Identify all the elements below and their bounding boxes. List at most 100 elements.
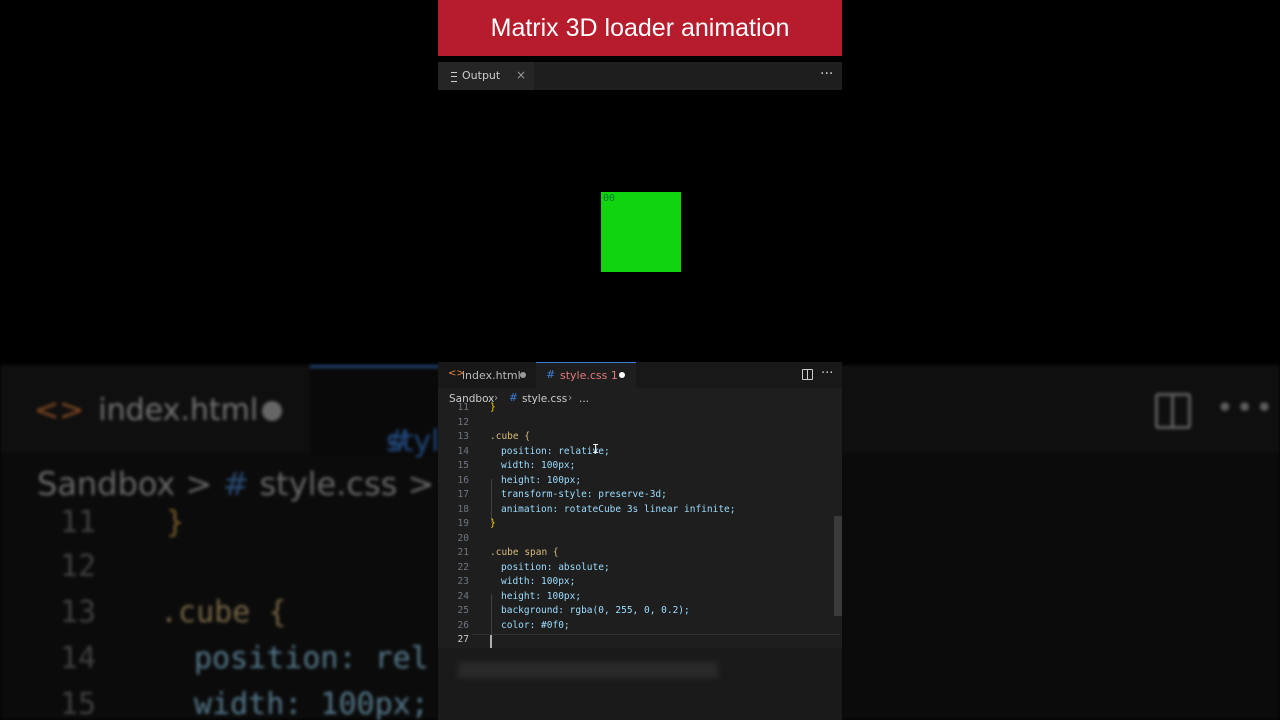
background-breadcrumb: Sandbox > # style.css > (37, 465, 434, 503)
code-line: 11} (438, 402, 834, 416)
tab-label: index.html (462, 369, 521, 382)
background-crumb-root: Sandbox (37, 465, 176, 503)
code-line: 21 .cube span { (438, 547, 834, 561)
code-line: 13 .cube { (438, 431, 834, 445)
output-tab-label: Output (462, 69, 501, 82)
code-line: 23 width: 100px; (438, 576, 834, 590)
editor-lower-area (438, 648, 842, 720)
line-number: 22 (457, 562, 469, 573)
line-number: 15 (457, 460, 469, 471)
tab-label: style.css 1 (560, 369, 618, 382)
modified-dot-icon (262, 401, 282, 421)
code-text: width: 100px; (194, 687, 429, 720)
code-text: color: #0f0; (501, 620, 570, 631)
more-icon[interactable]: ··· (821, 366, 833, 381)
code-text: animation: rotateCube 3s linear infinite… (501, 504, 736, 515)
vertical-scrollbar[interactable] (834, 516, 842, 616)
line-number: 18 (457, 504, 469, 515)
blurred-content (458, 662, 718, 678)
ibeam-cursor-icon: I (592, 442, 600, 456)
code-text: position: absolute; (501, 562, 610, 573)
line-number: 17 (457, 489, 469, 500)
code-text: width: 100px; (501, 460, 576, 471)
background-code-line: 11} (60, 505, 184, 540)
css-hash-icon: # (546, 368, 556, 381)
line-number: 13 (457, 431, 469, 442)
code-line: 16 height: 100px; (438, 475, 834, 489)
text-caret (490, 635, 492, 648)
background-tab-html-label: index.html (98, 393, 259, 428)
tab-style-css[interactable]: # style.css 1 (536, 362, 636, 388)
split-editor-icon (1155, 393, 1191, 429)
background-code-line: 14 position: rel (60, 641, 429, 676)
code-line: 22 position: absolute; (438, 562, 834, 576)
line-number: 15 (60, 687, 97, 720)
video-panel: Matrix 3D loader animation Output × ··· … (438, 0, 842, 720)
background-crumb-file: style.css (259, 465, 398, 503)
code-line: 18 animation: rotateCube 3s linear infini… (438, 504, 834, 518)
chevron-right-icon: > (185, 465, 213, 503)
line-number: 11 (457, 402, 469, 413)
code-line: 20 (438, 533, 834, 547)
cube-preview: 00 (601, 192, 681, 272)
html-file-icon: <> (34, 393, 85, 428)
close-icon[interactable]: × (516, 68, 526, 82)
code-text: height: 100px; (501, 591, 582, 602)
chevron-right-icon: > (407, 465, 435, 503)
cube-text: 00 (603, 193, 616, 204)
code-line: 17 transform-style: preserve-3d; (438, 489, 834, 503)
code-line: 26 color: #0f0; (438, 620, 834, 634)
line-number: 19 (457, 518, 469, 529)
title-banner: Matrix 3D loader animation (438, 0, 842, 56)
modified-dot-icon (619, 372, 625, 378)
line-number: 16 (457, 475, 469, 486)
code-area[interactable]: 11} 12 13 .cube { 14 position: relative; 1… (438, 402, 842, 666)
more-icon: ••• (1216, 391, 1276, 426)
code-line: 14 position: relative; (438, 446, 834, 460)
split-editor-icon[interactable] (802, 369, 813, 380)
line-number: 26 (457, 620, 469, 631)
code-text: } (490, 518, 496, 529)
line-number: 14 (457, 446, 469, 457)
tab-index-html[interactable]: <> index.html (438, 362, 536, 388)
code-text: } (490, 402, 496, 413)
line-number: 13 (60, 595, 97, 630)
line-number: 12 (457, 417, 469, 428)
code-text: .cube { (490, 431, 531, 442)
background-code-line: 12 (60, 549, 160, 584)
output-preview: 00 (438, 90, 842, 362)
code-text: .cube span { (490, 547, 559, 558)
output-list-icon (451, 72, 457, 82)
background-tab-html: <> index.html (34, 393, 258, 428)
editor-tabbar: <> index.html # style.css 1 ··· (438, 362, 842, 388)
code-text: position: rel (194, 641, 429, 676)
code-text: width: 100px; (501, 576, 576, 587)
tab-output[interactable]: Output × (438, 62, 534, 90)
code-text: } (166, 505, 185, 540)
line-number: 27 (457, 634, 469, 645)
background-code-line: 15 width: 100px; (60, 687, 429, 720)
code-text: transform-style: preserve-3d; (501, 489, 667, 500)
line-number: 24 (457, 591, 469, 602)
line-number: 12 (60, 549, 97, 584)
code-text: .cube { (160, 595, 287, 630)
line-number: 11 (60, 505, 97, 540)
line-number: 14 (60, 641, 97, 676)
code-text: background: rgba(0, 255, 0, 0.2); (501, 605, 690, 616)
code-line: 12 (438, 417, 834, 431)
line-number: 23 (457, 576, 469, 587)
code-editor: <> index.html # style.css 1 ··· Sandbox … (438, 362, 842, 720)
code-line: 25 background: rgba(0, 255, 0, 0.2); (438, 605, 834, 619)
code-text: height: 100px; (501, 475, 582, 486)
modified-dot-icon (520, 372, 526, 378)
line-number: 20 (457, 533, 469, 544)
line-number: 25 (457, 605, 469, 616)
output-panel-header: Output × ··· (438, 62, 842, 90)
code-line: 19} (438, 518, 834, 532)
more-icon[interactable]: ··· (820, 66, 833, 82)
code-line: 27 (438, 634, 834, 648)
code-line: 15 width: 100px; (438, 460, 834, 474)
page-title: Matrix 3D loader animation (490, 14, 790, 42)
code-line: 24 height: 100px; (438, 591, 834, 605)
css-hash-icon: # (222, 465, 250, 503)
